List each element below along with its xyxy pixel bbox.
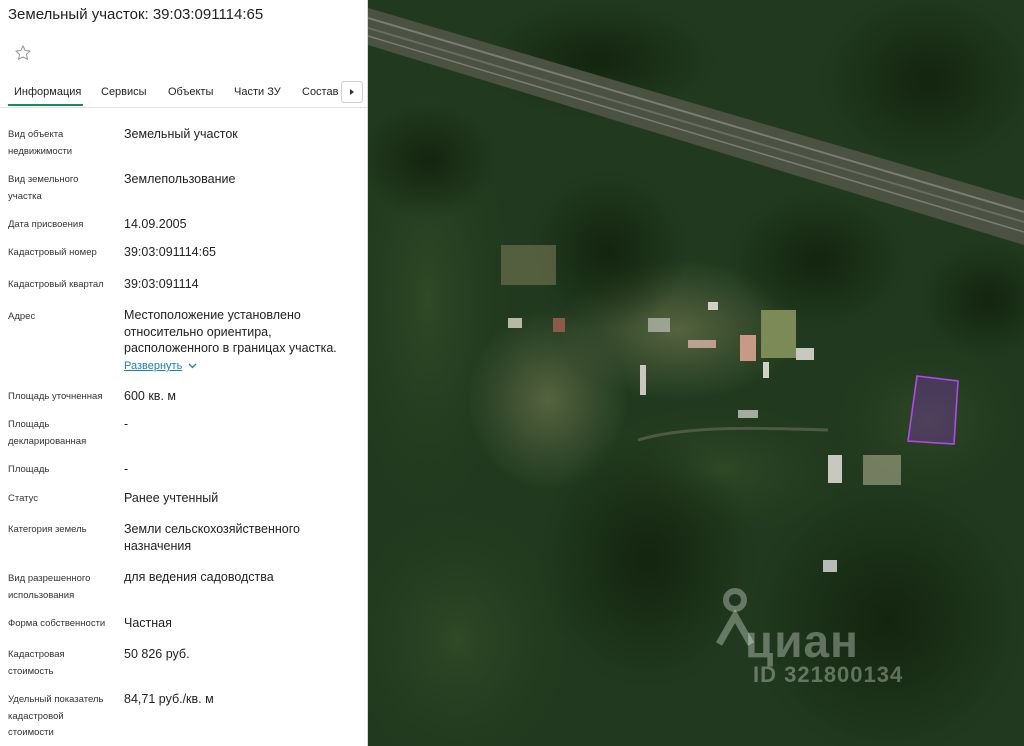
field-value-status: Ранее учтенный xyxy=(124,491,219,505)
field-value-address: Местоположение установлено относительно … xyxy=(124,308,337,355)
field-label-specific-value: Удельный показатель кадастровой стоимост… xyxy=(8,694,104,738)
tab-objects[interactable]: Объекты xyxy=(168,86,213,98)
field-label-object-type: Вид объекта недвижимости xyxy=(8,129,73,157)
field-value-land-category: Земли сельскохозяйственного назначения xyxy=(124,522,300,553)
field-label-ownership: Форма собственности xyxy=(8,618,106,629)
chevron-down-icon xyxy=(188,363,197,369)
satellite-imagery xyxy=(368,0,1024,746)
watermark-id: ID 321800134 xyxy=(753,662,904,687)
tab-bar: Информация Сервисы Объекты Части ЗУ Сост… xyxy=(0,80,367,108)
field-label-area: Площадь xyxy=(8,464,50,475)
field-label-assign-date: Дата присвоения xyxy=(8,219,84,230)
field-value-assign-date: 14.09.2005 xyxy=(124,217,187,231)
watermark-brand: циан xyxy=(745,615,859,667)
field-value-area-specified: 600 кв. м xyxy=(124,389,176,403)
field-label-cadastral-number: Кадастровый номер xyxy=(8,247,97,258)
satellite-map[interactable]: циан ID 321800134 xyxy=(368,0,1024,746)
field-value-area-declared: - xyxy=(124,417,129,431)
tab-information[interactable]: Информация xyxy=(14,86,81,98)
active-tab-indicator xyxy=(8,104,83,106)
expand-link-label: Развернуть xyxy=(124,360,183,372)
parcel-boundary xyxy=(907,375,959,445)
info-panel: Земельный участок: 39:03:091114:65 Инфор… xyxy=(0,0,368,746)
field-value-cadastral-quarter: 39:03:091114 xyxy=(124,277,199,291)
field-label-cadastral-quarter: Кадастровый квартал xyxy=(8,279,104,290)
field-label-area-specified: Площадь уточненная xyxy=(8,391,103,402)
field-label-address: Адрес xyxy=(8,311,36,322)
field-label-permitted-use: Вид разрешенного использования xyxy=(8,573,91,601)
field-label-land-category: Категория земель xyxy=(8,524,87,535)
field-label-land-type: Вид земельного участка xyxy=(8,174,79,202)
tab-services[interactable]: Сервисы xyxy=(101,86,147,98)
field-value-specific-value: 84,71 руб./кв. м xyxy=(124,692,214,706)
field-value-object-type: Земельный участок xyxy=(124,127,238,141)
page-title: Земельный участок: 39:03:091114:65 xyxy=(8,6,264,23)
field-label-status: Статус xyxy=(8,493,39,504)
field-value-cadastral-number: 39:03:091114:65 xyxy=(124,245,216,259)
field-label-cadastral-value: Кадастровая стоимость xyxy=(8,649,65,677)
tab-composition[interactable]: Состав xyxy=(302,86,338,98)
field-value-permitted-use: для ведения садоводства xyxy=(124,570,274,584)
field-value-ownership: Частная xyxy=(124,616,172,630)
field-value-land-type: Землепользование xyxy=(124,172,236,186)
tab-parts[interactable]: Части ЗУ xyxy=(234,86,281,98)
field-value-area: - xyxy=(124,462,129,476)
chevron-right-icon xyxy=(350,89,354,95)
star-outline-icon[interactable] xyxy=(14,44,32,62)
field-label-area-declared: Площадь декларированная xyxy=(8,419,87,447)
field-value-cadastral-value: 50 826 руб. xyxy=(124,647,190,661)
tabs-next-button[interactable] xyxy=(341,81,363,103)
address-expand-link[interactable]: Развернуть xyxy=(124,360,197,372)
